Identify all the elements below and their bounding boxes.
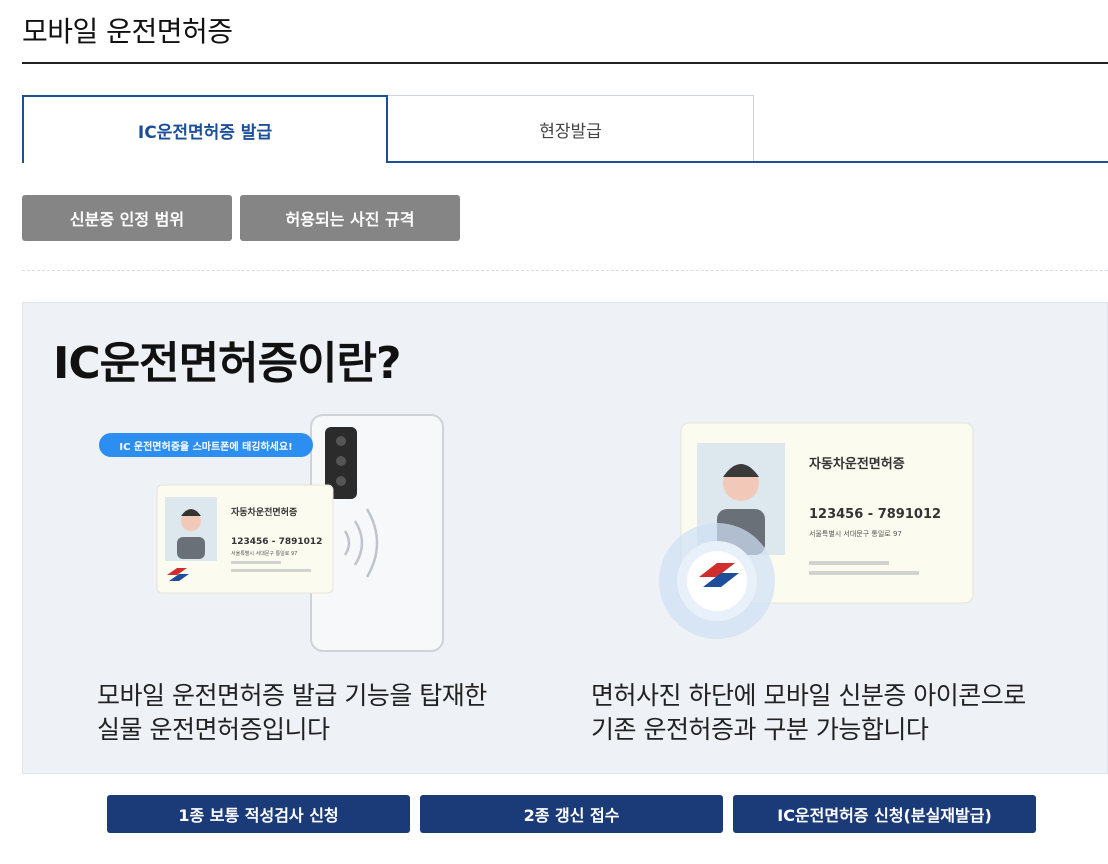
caption-line: 기존 운전허증과 구분 가능합니다 xyxy=(591,715,929,744)
caption-line: 실물 운전면허증입니다 xyxy=(97,715,330,744)
info-panel: IC운전면허증이란? IC 운전면허증을 스마트폰에 태깅하세요! 자동차운전면… xyxy=(22,302,1108,774)
id-recognition-scope-button[interactable]: 신분증 인정 범위 xyxy=(22,195,232,241)
tab-onsite-issue[interactable]: 현장발급 xyxy=(388,95,754,163)
left-caption: 모바일 운전면허증 발급 기능을 탑재한 실물 운전면허증입니다 xyxy=(97,679,487,747)
card-address: 서울특별시 서대문구 통일로 97 xyxy=(809,530,902,538)
caption-line: 모바일 운전면허증 발급 기능을 탑재한 xyxy=(97,681,487,710)
card-title: 자동차운전면허증 xyxy=(809,457,905,472)
section-divider xyxy=(22,270,1108,271)
tag-instruction-bubble: IC 운전면허증을 스마트폰에 태깅하세요! xyxy=(99,433,313,457)
card-address: 서울특별시 서대문구 통일로 97 xyxy=(231,551,298,557)
class2-renewal-button[interactable]: 2종 갱신 접수 xyxy=(420,795,723,833)
phone-tagging-illustration: IC 운전면허증을 스마트폰에 태깅하세요! 자동차운전면허증 123456 -… xyxy=(97,413,477,653)
right-caption: 면허사진 하단에 모바일 신분증 아이콘으로 기존 운전허증과 구분 가능합니다 xyxy=(591,679,1026,747)
page-title: 모바일 운전면허증 xyxy=(22,15,233,48)
card-title: 자동차운전면허증 xyxy=(231,508,298,518)
card-number: 123456 - 7891012 xyxy=(231,537,323,547)
allowed-photo-spec-button[interactable]: 허용되는 사진 규격 xyxy=(240,195,460,241)
tab-bar: IC운전면허증 발급 현장발급 xyxy=(22,95,1108,165)
card-number: 123456 - 7891012 xyxy=(809,507,942,522)
tab-ic-license-issue[interactable]: IC운전면허증 발급 xyxy=(22,95,388,163)
class1-aptitude-test-button[interactable]: 1종 보통 적성검사 신청 xyxy=(107,795,410,833)
panel-heading: IC운전면허증이란? xyxy=(53,338,402,389)
ic-license-reissue-button[interactable]: IC운전면허증 신청(분실재발급) xyxy=(733,795,1036,833)
caption-line: 면허사진 하단에 모바일 신분증 아이콘으로 xyxy=(591,681,1026,710)
title-divider xyxy=(22,62,1108,64)
mobile-id-card-illustration: 자동차운전면허증 123456 - 7891012 서울특별시 서대문구 통일로… xyxy=(653,421,993,641)
tab-underline xyxy=(388,161,1108,163)
